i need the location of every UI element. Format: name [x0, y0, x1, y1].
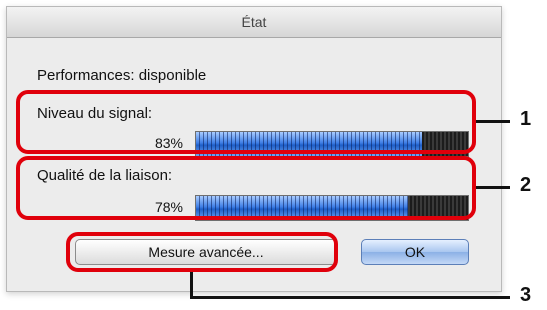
performance-status: Performances: disponible [37, 67, 207, 84]
callout-line-2 [476, 186, 510, 189]
callout-line-3-horizontal [190, 296, 510, 299]
callout-number-3: 3 [520, 284, 532, 306]
callout-line-1 [476, 120, 510, 123]
callout-number-2: 2 [520, 174, 532, 196]
callout-number-1: 1 [520, 108, 532, 130]
callout-box-link [16, 156, 476, 220]
callout-box-advanced [66, 232, 338, 272]
ok-button[interactable]: OK [361, 239, 469, 265]
callout-box-signal [16, 90, 476, 154]
dialog-title: État [7, 7, 501, 38]
callout-line-3-vertical [190, 272, 193, 298]
